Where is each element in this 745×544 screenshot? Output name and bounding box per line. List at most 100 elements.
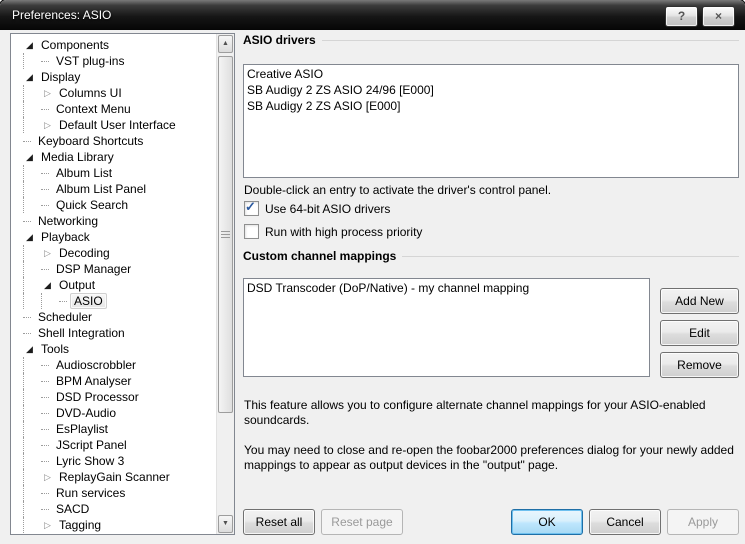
- remove-button-label: Remove: [677, 358, 722, 372]
- use-64bit-checkbox[interactable]: ✓: [244, 201, 259, 216]
- tree-item-dsp-manager[interactable]: DSP Manager: [11, 261, 216, 277]
- title-bar[interactable]: Preferences: ASIO ? ×: [0, 0, 745, 30]
- tree-item-lyric-show-3[interactable]: Lyric Show 3: [11, 453, 216, 469]
- tree-item-dsd-processor[interactable]: DSD Processor: [11, 389, 216, 405]
- tree-item-media-library[interactable]: ◢Media Library: [11, 149, 216, 165]
- tree-indent: [25, 181, 41, 197]
- tree-item-jscript-panel[interactable]: JScript Panel: [11, 437, 216, 453]
- tree-indent: [25, 405, 41, 421]
- tree-item-vst-plug-ins[interactable]: VST plug-ins: [11, 53, 216, 69]
- tree-item-shell-integration[interactable]: Shell Integration: [11, 325, 216, 341]
- tree-stub-line: [41, 173, 49, 174]
- feature-description: This feature allows you to configure alt…: [244, 398, 739, 428]
- collapsed-node-icon[interactable]: ▷: [41, 517, 54, 533]
- tree-item-components[interactable]: ◢Components: [11, 37, 216, 53]
- tree-item-display[interactable]: ◢Display: [11, 69, 216, 85]
- reset-page-button[interactable]: Reset page: [321, 509, 403, 535]
- reset-page-label: Reset page: [331, 515, 392, 529]
- tree-indent: [25, 277, 41, 293]
- tree-item-label: Quick Search: [52, 197, 132, 213]
- tree-item-album-list-panel[interactable]: Album List Panel: [11, 181, 216, 197]
- tree-indent: [25, 501, 41, 517]
- use-64bit-checkbox-row[interactable]: ✓ Use 64-bit ASIO drivers: [244, 201, 390, 216]
- expanded-node-icon[interactable]: ◢: [23, 37, 36, 53]
- tree-item-columns-ui[interactable]: ▷Columns UI: [11, 85, 216, 101]
- collapsed-node-icon[interactable]: ▷: [41, 469, 54, 485]
- tree-item-label: Networking: [34, 213, 102, 229]
- driver-list-item[interactable]: SB Audigy 2 ZS ASIO [E000]: [244, 98, 738, 114]
- tree-item-networking[interactable]: Networking: [11, 213, 216, 229]
- close-icon: ×: [715, 9, 722, 23]
- tree-item-album-list[interactable]: Album List: [11, 165, 216, 181]
- scroll-up-button[interactable]: ▲: [218, 35, 233, 53]
- tree-scrollbar[interactable]: ▲ ▼: [216, 34, 234, 534]
- tree-item-default-user-interface[interactable]: ▷Default User Interface: [11, 117, 216, 133]
- tree-item-output[interactable]: ◢Output: [11, 277, 216, 293]
- tree-item-playback[interactable]: ◢Playback: [11, 229, 216, 245]
- help-button[interactable]: ?: [665, 6, 698, 27]
- scroll-down-button[interactable]: ▼: [218, 515, 233, 533]
- tree-item-label: DVD-Audio: [52, 405, 120, 421]
- tree-item-dvd-audio[interactable]: DVD-Audio: [11, 405, 216, 421]
- expanded-node-icon[interactable]: ◢: [23, 69, 36, 85]
- collapsed-node-icon[interactable]: ▷: [41, 85, 54, 101]
- driver-list-item[interactable]: Creative ASIO: [244, 66, 738, 82]
- tree-item-label: JScript Panel: [52, 437, 131, 453]
- high-priority-checkbox[interactable]: ✓: [244, 224, 259, 239]
- close-button[interactable]: ×: [702, 6, 735, 27]
- tree-item-replaygain-scanner[interactable]: ▷ReplayGain Scanner: [11, 469, 216, 485]
- tree-item-asio[interactable]: ASIO: [11, 293, 216, 309]
- tree-item-scheduler[interactable]: Scheduler: [11, 309, 216, 325]
- tree-indent: [25, 165, 41, 181]
- mapping-list-item[interactable]: DSD Transcoder (DoP/Native) - my channel…: [244, 280, 649, 296]
- use-64bit-label: Use 64-bit ASIO drivers: [265, 202, 390, 216]
- add-new-button[interactable]: Add New: [660, 288, 739, 314]
- tree-item-sacd[interactable]: SACD: [11, 501, 216, 517]
- apply-button[interactable]: Apply: [667, 509, 739, 535]
- tree-item-quick-search[interactable]: Quick Search: [11, 197, 216, 213]
- add-new-button-label: Add New: [675, 294, 724, 308]
- remove-button[interactable]: Remove: [660, 352, 739, 378]
- high-priority-checkbox-row[interactable]: ✓ Run with high process priority: [244, 224, 422, 239]
- expanded-node-icon[interactable]: ◢: [23, 341, 36, 357]
- ok-button[interactable]: OK: [511, 509, 583, 535]
- tree-indent: [25, 261, 41, 277]
- tree-item-context-menu[interactable]: Context Menu: [11, 101, 216, 117]
- tree-item-label: EsPlaylist: [52, 421, 112, 437]
- tree-item-audioscrobbler[interactable]: Audioscrobbler: [11, 357, 216, 373]
- cancel-button[interactable]: Cancel: [589, 509, 661, 535]
- tree-item-keyboard-shortcuts[interactable]: Keyboard Shortcuts: [11, 133, 216, 149]
- asio-drivers-heading: ASIO drivers: [243, 33, 739, 47]
- collapsed-node-icon[interactable]: ▷: [41, 117, 54, 133]
- expanded-node-icon[interactable]: ◢: [23, 229, 36, 245]
- ok-label: OK: [538, 515, 555, 529]
- reset-all-button[interactable]: Reset all: [243, 509, 315, 535]
- tree-stub-line: [41, 461, 49, 462]
- dialog-body: ◢ComponentsVST plug-ins◢Display▷Columns …: [4, 30, 741, 539]
- scrollbar-thumb[interactable]: [218, 56, 233, 413]
- tree-item-bpm-analyser[interactable]: BPM Analyser: [11, 373, 216, 389]
- tree-stub-line: [41, 189, 49, 190]
- custom-mappings-heading: Custom channel mappings: [243, 249, 739, 263]
- asio-driver-list[interactable]: Creative ASIOSB Audigy 2 ZS ASIO 24/96 […: [243, 64, 739, 178]
- tree-item-label: ASIO: [70, 293, 107, 309]
- expanded-node-icon[interactable]: ◢: [41, 277, 54, 293]
- channel-mapping-list[interactable]: DSD Transcoder (DoP/Native) - my channel…: [243, 278, 650, 377]
- collapsed-node-icon[interactable]: ▷: [41, 245, 54, 261]
- tree-item-tagging[interactable]: ▷Tagging: [11, 517, 216, 533]
- expanded-node-icon[interactable]: ◢: [23, 149, 36, 165]
- tree-item-decoding[interactable]: ▷Decoding: [11, 245, 216, 261]
- tree-indent: [25, 197, 41, 213]
- edit-button[interactable]: Edit: [660, 320, 739, 346]
- reopen-note: You may need to close and re-open the fo…: [244, 443, 739, 473]
- tree-item-tools[interactable]: ◢Tools: [11, 341, 216, 357]
- tree-item-label: Tagging: [55, 517, 105, 533]
- tree-stub-line: [41, 429, 49, 430]
- tree-item-run-services[interactable]: Run services: [11, 485, 216, 501]
- tree-stub-line: [41, 365, 49, 366]
- tree-item-esplaylist[interactable]: EsPlaylist: [11, 421, 216, 437]
- tree-indent: [25, 389, 41, 405]
- tree-item-label: Display: [37, 69, 84, 85]
- driver-list-item[interactable]: SB Audigy 2 ZS ASIO 24/96 [E000]: [244, 82, 738, 98]
- tree-item-label: Columns UI: [55, 85, 126, 101]
